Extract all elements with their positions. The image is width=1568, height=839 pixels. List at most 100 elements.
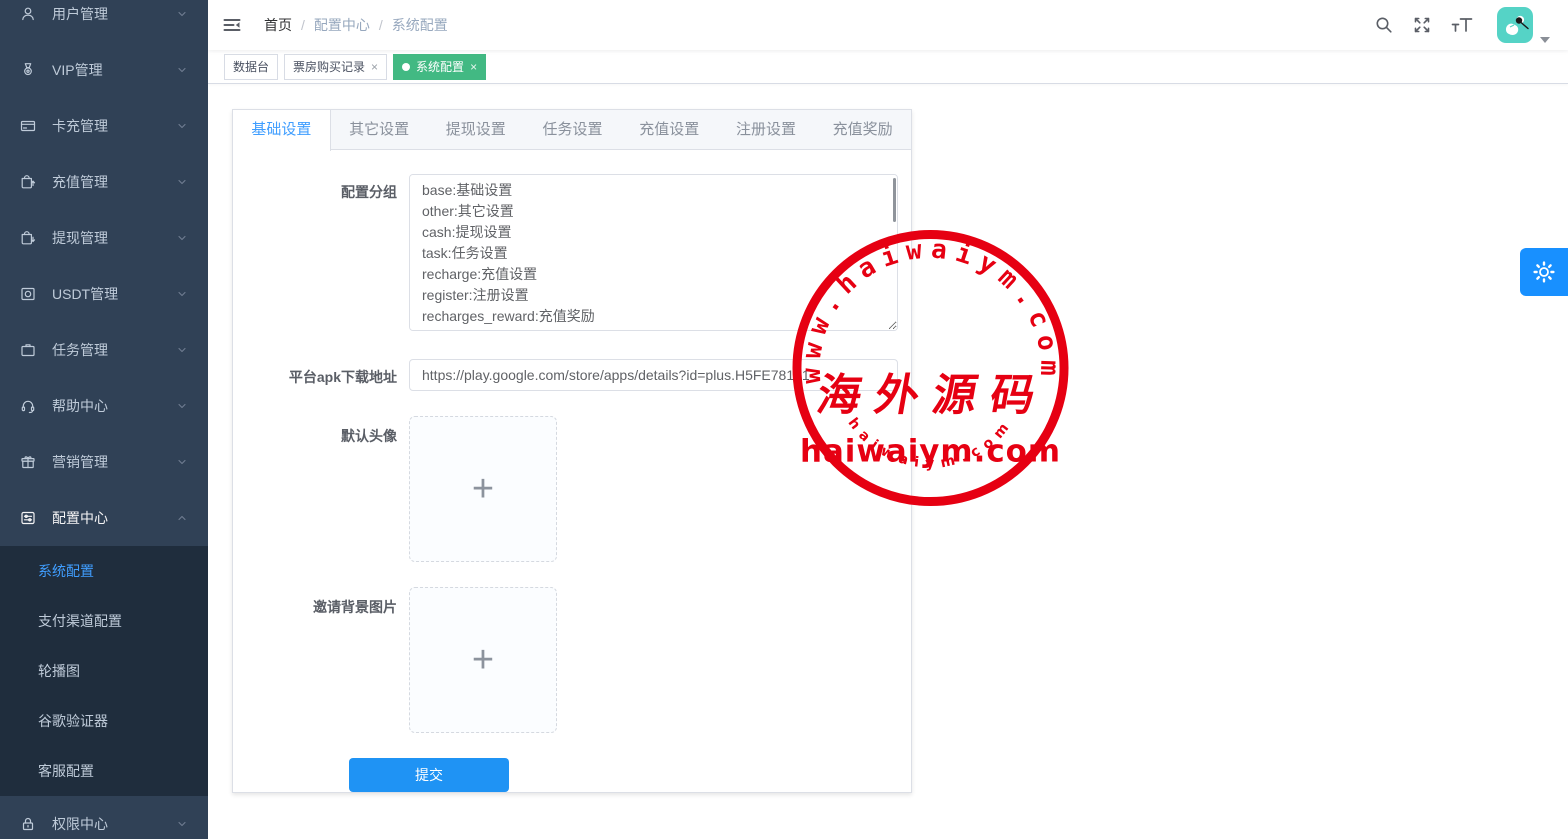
sidebar-item-recharge[interactable]: 充值管理 [0, 154, 208, 210]
navbar-actions [1365, 0, 1568, 50]
config-group-textarea[interactable]: base:基础设置 other:其它设置 cash:提现设置 task:任务设置… [409, 174, 898, 331]
form-row-invite-background: 邀请背景图片 + [233, 587, 911, 733]
sidebar-item-config-center[interactable]: 配置中心 [0, 490, 208, 546]
sidebar-subitem-carousel[interactable]: 轮播图 [0, 646, 208, 696]
sidebar-item-label: 权限中心 [52, 814, 108, 834]
default-avatar-label: 默认头像 [233, 416, 409, 562]
sidebar-item-label: USDT管理 [52, 284, 118, 304]
sidebar-item-label: 任务管理 [52, 340, 108, 360]
plus-icon: + [472, 470, 494, 508]
sidebar-item-marketing[interactable]: 营销管理 [0, 434, 208, 490]
apk-url-label: 平台apk下载地址 [233, 359, 409, 391]
plus-icon: + [472, 641, 494, 679]
sidebar-subitem-customer-service[interactable]: 客服配置 [0, 746, 208, 796]
settings-panel-icon [20, 510, 36, 526]
avatar-image [1497, 7, 1533, 43]
sidebar-subitem-payment-channel[interactable]: 支付渠道配置 [0, 596, 208, 646]
sidebar-item-help[interactable]: 帮助中心 [0, 378, 208, 434]
chevron-down-icon [176, 64, 188, 76]
caret-down-icon [1540, 37, 1550, 43]
chevron-down-icon [176, 232, 188, 244]
tab-other-settings[interactable]: 其它设置 [331, 110, 428, 149]
close-icon[interactable]: × [371, 61, 378, 73]
tab-recharge-settings[interactable]: 充值设置 [621, 110, 718, 149]
font-size-icon [1451, 16, 1473, 34]
close-icon[interactable]: × [470, 61, 477, 73]
tag-label: 数据台 [233, 58, 269, 75]
lock-icon [20, 816, 36, 832]
form-row-apk-url: 平台apk下载地址 [233, 359, 911, 391]
form-row-default-avatar: 默认头像 + [233, 416, 911, 562]
chevron-down-icon [176, 456, 188, 468]
gear-icon [1532, 260, 1556, 284]
breadcrumb-home[interactable]: 首页 [264, 15, 292, 35]
chevron-down-icon [176, 344, 188, 356]
chevron-up-icon [176, 512, 188, 524]
chevron-down-icon [176, 288, 188, 300]
settings-tabs-header: 基础设置 其它设置 提现设置 任务设置 充值设置 注册设置 充值奖励 [233, 110, 911, 150]
tab-task-settings[interactable]: 任务设置 [524, 110, 621, 149]
chevron-down-icon [176, 8, 188, 20]
sidebar-item-tasks[interactable]: 任务管理 [0, 322, 208, 378]
active-dot [402, 63, 410, 71]
search-icon [1375, 16, 1393, 34]
textarea-scrollbar[interactable] [893, 178, 896, 222]
sidebar-collapse-button[interactable] [208, 0, 256, 50]
tag-dashboard[interactable]: 数据台 [224, 54, 278, 80]
gift-icon [20, 454, 36, 470]
user-menu[interactable] [1497, 7, 1550, 43]
form-row-submit: 提交 [233, 758, 911, 792]
sidebar-item-label: 帮助中心 [52, 396, 108, 416]
tag-label: 系统配置 [416, 58, 464, 75]
sidebar-item-card[interactable]: 卡充管理 [0, 98, 208, 154]
tag-system-config[interactable]: 系统配置 × [393, 54, 486, 80]
chevron-down-icon [176, 818, 188, 830]
apk-url-input[interactable] [409, 359, 898, 391]
config-group-label: 配置分组 [233, 174, 409, 334]
tab-withdraw-settings[interactable]: 提现设置 [427, 110, 524, 149]
sidebar-item-label: 充值管理 [52, 172, 108, 192]
fullscreen-button[interactable] [1403, 0, 1441, 50]
tab-register-settings[interactable]: 注册设置 [718, 110, 815, 149]
credit-card-icon [20, 118, 36, 134]
chevron-down-icon [176, 176, 188, 188]
sidebar-item-withdraw[interactable]: 提现管理 [0, 210, 208, 266]
submit-button[interactable]: 提交 [349, 758, 509, 792]
sidebar-item-label: VIP管理 [52, 60, 103, 80]
chevron-down-icon [176, 400, 188, 412]
sidebar-item-label: 提现管理 [52, 228, 108, 248]
search-button[interactable] [1365, 0, 1403, 50]
sidebar-item-label: 营销管理 [52, 452, 108, 472]
avatar[interactable] [1497, 7, 1533, 43]
tab-recharge-reward[interactable]: 充值奖励 [814, 110, 911, 149]
sidebar-item-label: 配置中心 [52, 508, 108, 528]
invite-background-upload[interactable]: + [409, 587, 557, 733]
invite-background-label: 邀请背景图片 [233, 587, 409, 733]
sidebar-item-usdt[interactable]: USDT管理 [0, 266, 208, 322]
tab-basic-settings[interactable]: 基础设置 [233, 110, 331, 151]
sidebar-item-permissions[interactable]: 权限中心 [0, 796, 208, 839]
sidebar-item-vip[interactable]: VIP管理 [0, 42, 208, 98]
config-center-submenu: 系统配置 支付渠道配置 轮播图 谷歌验证器 客服配置 [0, 546, 208, 796]
fullscreen-icon [1413, 16, 1431, 34]
hamburger-icon [223, 16, 241, 34]
main-content: 基础设置 其它设置 提现设置 任务设置 充值设置 注册设置 充值奖励 配置分组 … [208, 85, 1568, 839]
font-size-button[interactable] [1441, 0, 1483, 50]
tag-label: 票房购买记录 [293, 58, 365, 75]
breadcrumb-separator: / [379, 17, 383, 33]
chevron-down-icon [176, 120, 188, 132]
settings-tabs-card: 基础设置 其它设置 提现设置 任务设置 充值设置 注册设置 充值奖励 配置分组 … [232, 109, 912, 793]
sidebar-item-label: 用户管理 [52, 4, 108, 24]
headset-icon [20, 398, 36, 414]
default-avatar-upload[interactable]: + [409, 416, 557, 562]
sidebar-subitem-system-config[interactable]: 系统配置 [0, 546, 208, 596]
form-row-config-group: 配置分组 base:基础设置 other:其它设置 cash:提现设置 task… [233, 174, 911, 334]
sidebar-subitem-google-auth[interactable]: 谷歌验证器 [0, 696, 208, 746]
usdt-icon [20, 286, 36, 302]
tag-boxoffice-records[interactable]: 票房购买记录 × [284, 54, 387, 80]
sidebar-item-label: 卡充管理 [52, 116, 108, 136]
sidebar-item-users[interactable]: 用户管理 [0, 0, 208, 42]
briefcase-icon [20, 342, 36, 358]
sidebar-menu: 用户管理 VIP管理 卡充管理 充值管理 [0, 0, 208, 839]
theme-settings-button[interactable] [1520, 248, 1568, 296]
